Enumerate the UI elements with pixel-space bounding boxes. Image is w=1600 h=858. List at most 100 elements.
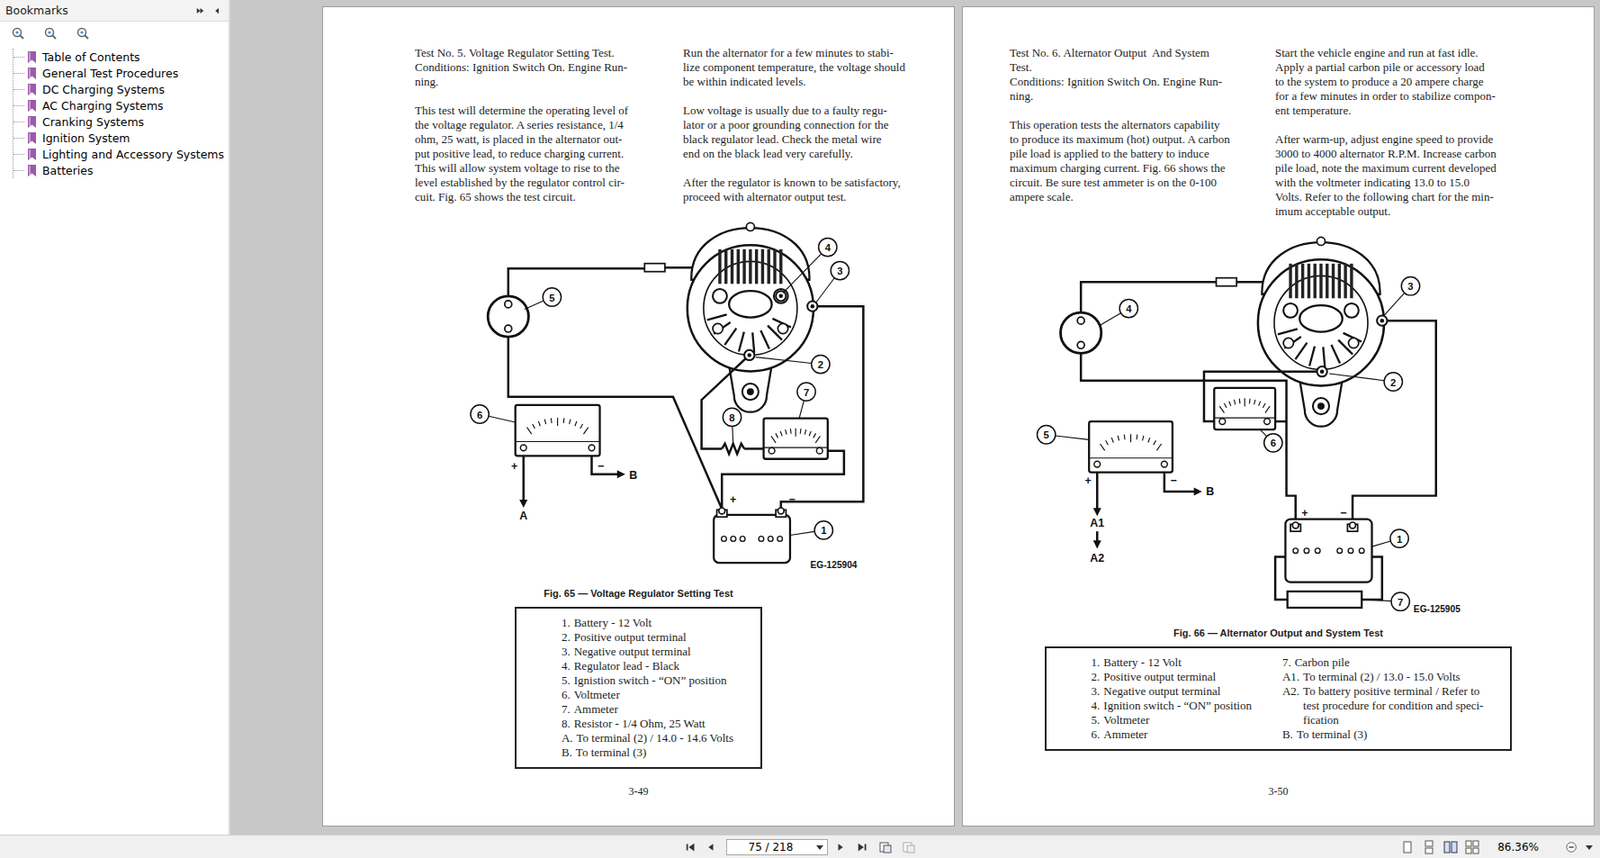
terminal [775,290,786,301]
find-bookmark-icon[interactable] [75,26,90,41]
svg-text:7: 7 [803,386,809,398]
legend-marker: 1. [1091,655,1101,670]
svg-text:1: 1 [1396,533,1403,545]
text-line: pile load is applied to the battery to i… [1009,146,1246,162]
svg-text:4: 4 [825,242,832,253]
bookmark-icon [27,132,36,144]
bookmark-item[interactable]: Ignition System [13,129,226,146]
alternator [1258,236,1385,426]
legend-entry: 5.Voltmeter [1091,712,1252,728]
callout: 2 [1329,372,1403,391]
figure-code: EG-125904 [810,559,858,570]
bookmark-item[interactable]: Batteries [13,161,226,179]
bookmark-item[interactable]: Cranking Systems [13,113,226,130]
wire [1080,352,1296,523]
svg-text:5: 5 [1043,429,1050,441]
first-page-icon[interactable] [684,839,698,854]
legend-line: test procedure for condition and speci- [1303,698,1484,713]
continuous-facing-icon[interactable] [1465,839,1480,854]
text-line: Low voltage is usually due to a faulty r… [683,103,919,118]
arrow-icon [1194,487,1203,496]
legend-marker: B. [561,745,573,760]
bookmark-item[interactable]: Table of Contents [13,48,226,65]
expand-icon[interactable] [196,3,207,18]
callout: 3 [815,260,849,303]
bookmark-label: General Test Procedures [40,66,180,81]
zoom-out-icon[interactable] [1565,839,1579,854]
wire [1080,281,1216,313]
last-page-icon[interactable] [856,839,870,854]
paragraph: This operation tests the alternators cap… [1009,117,1246,205]
battery [713,507,791,563]
ignition-switch [487,296,529,337]
text-line: ning. [1009,89,1246,104]
text-line: to the system to produce a 20 ampere cha… [1275,74,1511,90]
legend-marker: 2. [1091,669,1101,684]
next-view-icon[interactable] [901,839,917,854]
wire [508,268,646,297]
panel-title: Bookmarks [5,3,69,18]
previous-page-icon[interactable] [706,839,718,854]
previous-view-icon[interactable] [878,839,893,854]
legend-text: To terminal (2) / 14.0 - 14.6 Volts [576,730,734,746]
legend-entry: 1.Battery - 12 Volt [561,615,734,630]
text-line: put positive lead, to reduce charging cu… [414,146,651,162]
paragraph: Test No. 6. Alternator Output And System… [1009,45,1246,104]
text-line: Run the alternator for a few minutes to … [683,45,919,61]
text-line: with the voltmeter indicating 13.0 to 15… [1275,175,1511,190]
paragraph: After the regulator is known to be satis… [683,175,919,205]
facing-pages-icon[interactable] [1443,839,1458,854]
legend-entry: 1.Battery - 12 Volt [1091,655,1252,670]
collapse-icon[interactable] [214,3,224,18]
bookmark-item[interactable]: General Test Procedures [13,64,226,81]
next-page-icon[interactable] [836,839,848,854]
zoom-level[interactable]: 86.36% [1497,840,1539,854]
arrow-icon [519,499,528,508]
bookmark-item[interactable]: Lighting and Accessory Systems [13,145,226,162]
text-column: Start the vehicle engine and run at fast… [1275,45,1511,219]
single-page-icon[interactable] [1400,839,1415,854]
bookmark-label: Batteries [40,163,96,178]
add-bookmark-icon[interactable] [43,26,58,41]
text-line: maximum charging current. Fig. 66 shows … [1009,161,1246,176]
legend-entry: 3.Negative output terminal [561,644,734,659]
wiring-diagram: 1234567+−A1A2B+−EG-125905 [962,225,1594,618]
svg-text:6: 6 [476,409,483,421]
wire [1096,530,1098,541]
legend-text: Voltmeter [1103,712,1150,728]
terminal [1316,366,1327,377]
legend-text: Ammeter [574,701,619,717]
legend-line: To terminal (2) / 13.0 - 15.0 Volts [1303,669,1460,684]
arrow-icon [617,469,626,478]
zoom-dropdown-icon[interactable] [1585,843,1593,851]
terminal-mark: − [1339,506,1347,520]
legend-entry: 7.Ammeter [561,701,734,717]
panel-header: Bookmarks [0,0,229,22]
legend-line: Ammeter [574,701,619,717]
callout: 8 [722,407,741,444]
wire [721,443,745,454]
legend-text: Negative output terminal [574,644,692,659]
bookmark-label: AC Charging Systems [40,98,166,113]
legend-line: Battery - 12 Volt [574,615,653,630]
paragraph: Test No. 5. Voltage Regulator Setting Te… [414,45,651,90]
figure-caption: Fig. 65 — Voltage Regulator Setting Test [323,586,954,600]
fuse [1216,278,1238,287]
status-bar: 75 / 218 86.36% [0,834,1600,858]
legend-text: To terminal (3) [575,745,648,760]
figure-legend: 1.Battery - 12 Volt2.Positive output ter… [514,606,763,769]
continuous-icon[interactable] [1421,839,1437,854]
bookmark-item[interactable]: DC Charging Systems [13,80,226,98]
legend-marker: 4. [561,658,571,674]
legend-entry: 3.Negative output terminal [1091,683,1252,699]
page-navigation: 75 / 218 [684,838,917,855]
legend-text: Voltmeter [574,687,621,702]
text-columns: Test No. 5. Voltage Regulator Setting Te… [323,45,954,205]
legend-text: Positive output terminal [1103,669,1216,684]
page-field[interactable]: 75 / 218 [726,838,828,855]
callout: 6 [1259,429,1283,452]
text-line: Conditions: Ignition Switch On. Engine R… [1009,74,1246,90]
bookmark-item[interactable]: AC Charging Systems [13,97,226,114]
dropdown-icon[interactable] [816,843,824,851]
expand-all-icon[interactable] [10,26,26,41]
